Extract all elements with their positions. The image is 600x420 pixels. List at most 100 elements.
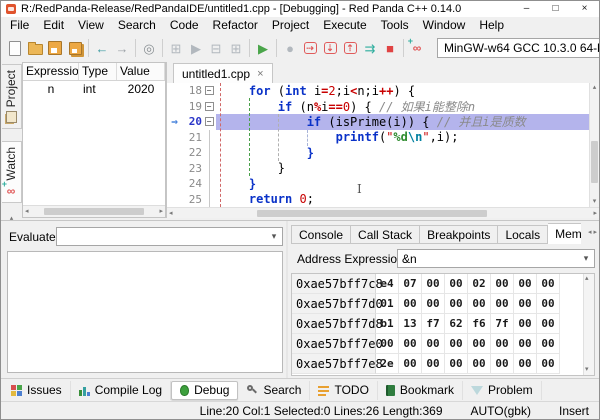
panel-splitter[interactable] (286, 221, 288, 379)
evaluate-input[interactable]: ▾ (56, 227, 283, 246)
code-token: ) { (393, 84, 415, 98)
stop-button[interactable]: ■ (380, 38, 400, 58)
scroll-up-icon[interactable]: ▴ (590, 84, 599, 92)
watch-header-value[interactable]: Value (117, 63, 165, 80)
bottom-tab-bookmark[interactable]: Bookmark (378, 381, 463, 400)
memory-row[interactable]: 0xae57bff7d00100000000000000 (292, 294, 583, 314)
scroll-thumb[interactable] (257, 210, 487, 217)
editor-vscrollbar[interactable]: ▴ ▾ (589, 83, 599, 207)
scroll-left-icon[interactable]: ◂ (25, 208, 29, 216)
menu-item-search[interactable]: Search (111, 17, 163, 34)
maximize-button[interactable]: □ (541, 1, 570, 17)
evaluate-output-area[interactable] (7, 251, 283, 373)
insert-mode-status[interactable]: Insert (559, 404, 589, 418)
open-file-button[interactable] (25, 38, 45, 58)
watch-row[interactable]: nint2020 (23, 81, 165, 96)
compile-run-button[interactable]: ⊞ (226, 38, 246, 58)
tab-locals[interactable]: Locals (498, 225, 548, 244)
rebuild-button[interactable]: ⊟ (206, 38, 226, 58)
scroll-right-icon[interactable]: ▸ (593, 210, 597, 218)
tab-breakpoints[interactable]: Breakpoints (420, 225, 498, 244)
scroll-right-icon[interactable]: ▸ (159, 208, 163, 216)
watch-hscrollbar[interactable]: ◂ ▸ (23, 205, 165, 217)
tab-console[interactable]: Console (291, 225, 351, 244)
scroll-thumb[interactable] (44, 208, 144, 215)
code-line-21[interactable]: 21printf("%d\n",i); (167, 130, 599, 146)
compile-button[interactable]: ⊞ (166, 38, 186, 58)
continue-button[interactable]: ⇉ (360, 38, 380, 58)
scroll-thumb[interactable] (591, 141, 598, 183)
back-button[interactable]: ← (92, 38, 112, 58)
memory-row[interactable]: 0xae57bff7c8e407000002000000 (292, 274, 583, 294)
step-into-button[interactable]: ⇣ (320, 38, 340, 58)
code-line-20[interactable]: ⇒20−if (isPrime(i)) { // 并且i是质数 (167, 114, 599, 130)
watch-header-type[interactable]: Type (79, 63, 117, 80)
bottom-tab-search[interactable]: Search (238, 381, 310, 400)
menu-item-window[interactable]: Window (416, 17, 473, 34)
watch-header-expression[interactable]: Expression (23, 63, 79, 80)
menu-item-tools[interactable]: Tools (374, 17, 416, 34)
fold-collapse-icon[interactable]: − (202, 114, 216, 130)
save-all-button[interactable] (65, 38, 85, 58)
bottom-tab-debug[interactable]: Debug (171, 381, 238, 400)
memory-row[interactable]: 0xae57bff7e82e00000000000000 (292, 354, 583, 374)
editor-tab-untitled1[interactable]: untitled1.cpp × (173, 63, 273, 83)
scroll-down-icon[interactable]: ▾ (590, 198, 599, 206)
menu-item-project[interactable]: Project (265, 17, 316, 34)
memory-row[interactable]: 0xae57bff7e00000000000000000 (292, 334, 583, 354)
watch-cell-type: int (79, 82, 117, 96)
scroll-down-icon[interactable]: ▾ (585, 366, 589, 374)
minimize-button[interactable]: – (512, 1, 541, 17)
code-area[interactable]: 18−for (int i=2;i<n;i++) {19−if (n%i==0)… (167, 83, 599, 207)
code-line-25[interactable]: 25return 0; (167, 192, 599, 208)
memory-vscrollbar[interactable]: ▴ ▾ (583, 274, 594, 375)
step-out-button[interactable]: ⇡ (340, 38, 360, 58)
editor-hscrollbar[interactable]: ◂ ▸ (167, 207, 599, 218)
memory-row[interactable]: 0xae57bff7d8b113f762f67f0000 (292, 314, 583, 334)
close-tab-icon[interactable]: × (257, 68, 263, 80)
fold-collapse-icon[interactable]: − (202, 99, 216, 115)
tab-memory[interactable]: Memory (548, 223, 581, 244)
fold-line (209, 145, 210, 161)
menu-item-execute[interactable]: Execute (316, 17, 373, 34)
menu-item-refactor[interactable]: Refactor (206, 17, 265, 34)
menu-item-edit[interactable]: Edit (36, 17, 71, 34)
scroll-up-icon[interactable]: ▴ (585, 275, 589, 283)
step-over-button[interactable]: ⇢ (300, 38, 320, 58)
scroll-right-icon[interactable]: ▸ (593, 229, 597, 237)
run-button[interactable]: ▶ (253, 38, 273, 58)
code-line-18[interactable]: 18−for (int i=2;i<n;i++) { (167, 83, 599, 99)
code-line-24[interactable]: 24} (167, 176, 599, 192)
debug-inactive-button[interactable]: ● (280, 38, 300, 58)
new-file-button[interactable] (5, 38, 25, 58)
forward-button[interactable]: → (112, 38, 132, 58)
tab-call-stack[interactable]: Call Stack (351, 225, 420, 244)
menu-item-help[interactable]: Help (472, 17, 511, 34)
address-expression-input[interactable]: &n ▾ (397, 249, 595, 268)
compile-options-button[interactable]: ◎ (139, 38, 159, 58)
code-line-23[interactable]: 23} (167, 161, 599, 177)
toolbar-separator (249, 39, 250, 57)
scroll-left-icon[interactable]: ◂ (588, 229, 592, 237)
code-line-19[interactable]: 19−if (n%i==0) { // 如果i能整除n (167, 99, 599, 115)
bottom-tab-compile-log[interactable]: Compile Log (71, 381, 171, 400)
toolbar: ←→◎⊞▶⊟⊞▶●⇢⇣⇡⇉■∞+ MinGW-w64 GCC 10.3.0 64… (1, 34, 599, 63)
code-line-22[interactable]: 22} (167, 145, 599, 161)
menu-item-view[interactable]: View (71, 17, 111, 34)
save-button[interactable] (45, 38, 65, 58)
sidebar-tab-watch[interactable]: Watch∞+ (2, 141, 22, 203)
menu-item-file[interactable]: File (3, 17, 36, 34)
fold-collapse-icon[interactable]: − (202, 83, 216, 99)
bottom-tab-todo[interactable]: TODO (310, 381, 377, 400)
sidebar-tab-project[interactable]: Project (2, 64, 22, 129)
chevron-down-icon: ▾ (578, 253, 594, 264)
bottom-tab-problem[interactable]: Problem (463, 381, 542, 400)
close-button[interactable]: × (570, 1, 599, 17)
encoding-status[interactable]: AUTO(gbk) (471, 404, 531, 418)
run-inactive-button[interactable]: ▶ (186, 38, 206, 58)
bottom-tab-issues[interactable]: Issues (3, 381, 71, 400)
menu-item-code[interactable]: Code (163, 17, 206, 34)
compiler-set-dropdown[interactable]: MinGW-w64 GCC 10.3.0 64-bit Debug ▾ (437, 38, 600, 58)
scroll-left-icon[interactable]: ◂ (169, 210, 173, 218)
add-watch-button[interactable]: ∞+ (407, 38, 427, 58)
